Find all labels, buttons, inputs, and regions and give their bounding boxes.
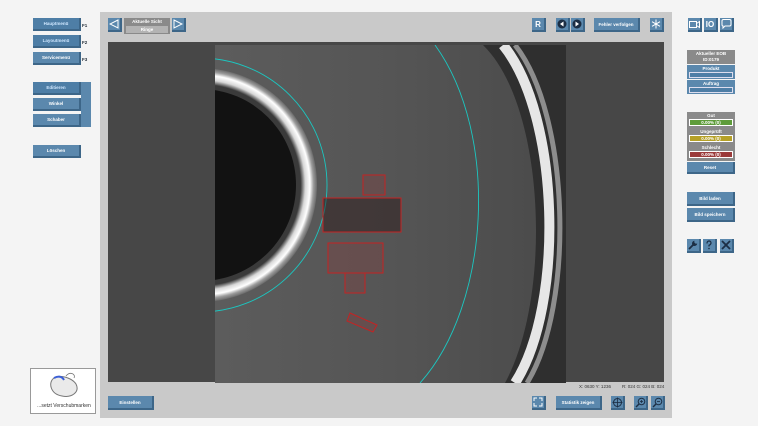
settings-button[interactable] bbox=[650, 18, 664, 32]
hauptmenu-key: F1 bbox=[82, 23, 88, 28]
inspection-image[interactable] bbox=[215, 45, 566, 383]
einstellen-button[interactable]: Einstellen bbox=[108, 396, 154, 410]
triangle-left-icon bbox=[109, 19, 119, 29]
fullscreen-button[interactable] bbox=[532, 396, 546, 410]
schlecht-label: Schlecht bbox=[701, 145, 721, 150]
io-button[interactable]: IO bbox=[704, 18, 718, 32]
close-button[interactable] bbox=[720, 239, 734, 253]
servicemenu-key: F3 bbox=[82, 57, 88, 62]
schaber-button[interactable]: Schaber bbox=[33, 114, 81, 127]
r-button[interactable]: R bbox=[532, 18, 546, 32]
servicemenu-button[interactable]: Servicemenü bbox=[33, 52, 81, 65]
mouse-hint-text: ...setzt Verschubmarken bbox=[37, 403, 91, 409]
bild-speichern-button[interactable]: Bild speichern bbox=[687, 208, 735, 222]
triangle-right-icon bbox=[173, 19, 183, 29]
eob-label: Aktueller EOB bbox=[695, 51, 727, 56]
auftrag-box: Auftrag bbox=[687, 80, 735, 94]
speech-bubble-icon bbox=[721, 19, 731, 29]
ungepruft-value: 0.00% (0) bbox=[689, 135, 733, 142]
zoom-in-button[interactable] bbox=[634, 396, 648, 410]
defect-box bbox=[344, 272, 366, 294]
circle-right-icon bbox=[572, 19, 582, 29]
defect-box bbox=[362, 174, 386, 196]
statistik-zeigen-button[interactable]: Statistik zeigen bbox=[556, 396, 602, 410]
gut-label: Gut bbox=[707, 113, 715, 118]
target-button[interactable] bbox=[611, 396, 625, 410]
next-view-button[interactable] bbox=[172, 18, 186, 32]
help-button[interactable] bbox=[703, 239, 717, 253]
eob-value: ID:0179 bbox=[702, 57, 719, 62]
produkt-field[interactable] bbox=[689, 72, 733, 78]
defect-box bbox=[322, 197, 402, 233]
help-question-icon bbox=[706, 240, 712, 250]
status-coords: X: 0630 Y: 1236 bbox=[579, 384, 611, 389]
hauptmenu-button[interactable]: Hauptmenü bbox=[33, 18, 81, 31]
prev-error-button[interactable] bbox=[556, 18, 570, 32]
camera-icon bbox=[688, 20, 700, 28]
reset-button[interactable]: Reset bbox=[687, 162, 735, 174]
fehler-verfolgen-button[interactable]: Fehler verfolgen bbox=[594, 18, 640, 32]
tools-button[interactable] bbox=[687, 239, 701, 253]
produkt-label: Produkt bbox=[702, 66, 720, 71]
current-view-box: Aktuelle Sicht Ringe bbox=[124, 18, 170, 34]
editieren-button[interactable]: Editieren bbox=[33, 82, 81, 95]
layoutmenu-button[interactable]: Layoutmenü bbox=[33, 35, 81, 48]
zoom-out-icon bbox=[652, 397, 662, 407]
expand-arrows-icon bbox=[533, 397, 543, 407]
produkt-box: Produkt bbox=[687, 65, 735, 79]
loeschen-button[interactable]: Löschen bbox=[33, 145, 81, 158]
zoom-out-button[interactable] bbox=[651, 396, 665, 410]
gut-value: 0.00% (0) bbox=[689, 119, 733, 126]
ungepruft-label: Ungeprüft bbox=[700, 129, 722, 134]
bild-laden-button[interactable]: Bild laden bbox=[687, 192, 735, 206]
message-button[interactable] bbox=[720, 18, 734, 32]
close-icon bbox=[721, 240, 731, 250]
auftrag-field[interactable] bbox=[689, 87, 733, 93]
current-view-value: Ringe bbox=[140, 27, 154, 32]
winkel-button[interactable]: Winkel bbox=[33, 98, 81, 111]
prev-view-button[interactable] bbox=[108, 18, 122, 32]
eob-box: Aktueller EOB ID:0179 bbox=[687, 50, 735, 64]
layoutmenu-key: F2 bbox=[82, 40, 88, 45]
snowflake-icon bbox=[651, 19, 661, 29]
status-rgb: R: 024 G: 024 B: 024 bbox=[622, 384, 665, 389]
mouse-icon bbox=[50, 372, 78, 397]
wrench-icon bbox=[688, 240, 698, 250]
crosshair-icon bbox=[612, 397, 622, 407]
current-view-value-field: Ringe bbox=[126, 26, 168, 33]
circle-left-icon bbox=[557, 19, 567, 29]
schlecht-value: 0.00% (0) bbox=[689, 151, 733, 158]
zoom-in-icon bbox=[635, 397, 645, 407]
camera-button[interactable] bbox=[688, 18, 702, 32]
next-error-button[interactable] bbox=[571, 18, 585, 32]
tool-group-edge bbox=[81, 82, 91, 127]
mouse-hint-box: ...setzt Verschubmarken bbox=[30, 368, 96, 414]
current-view-label: Aktuelle Sicht bbox=[132, 19, 162, 24]
auftrag-label: Auftrag bbox=[703, 81, 719, 86]
defect-box bbox=[327, 242, 384, 274]
